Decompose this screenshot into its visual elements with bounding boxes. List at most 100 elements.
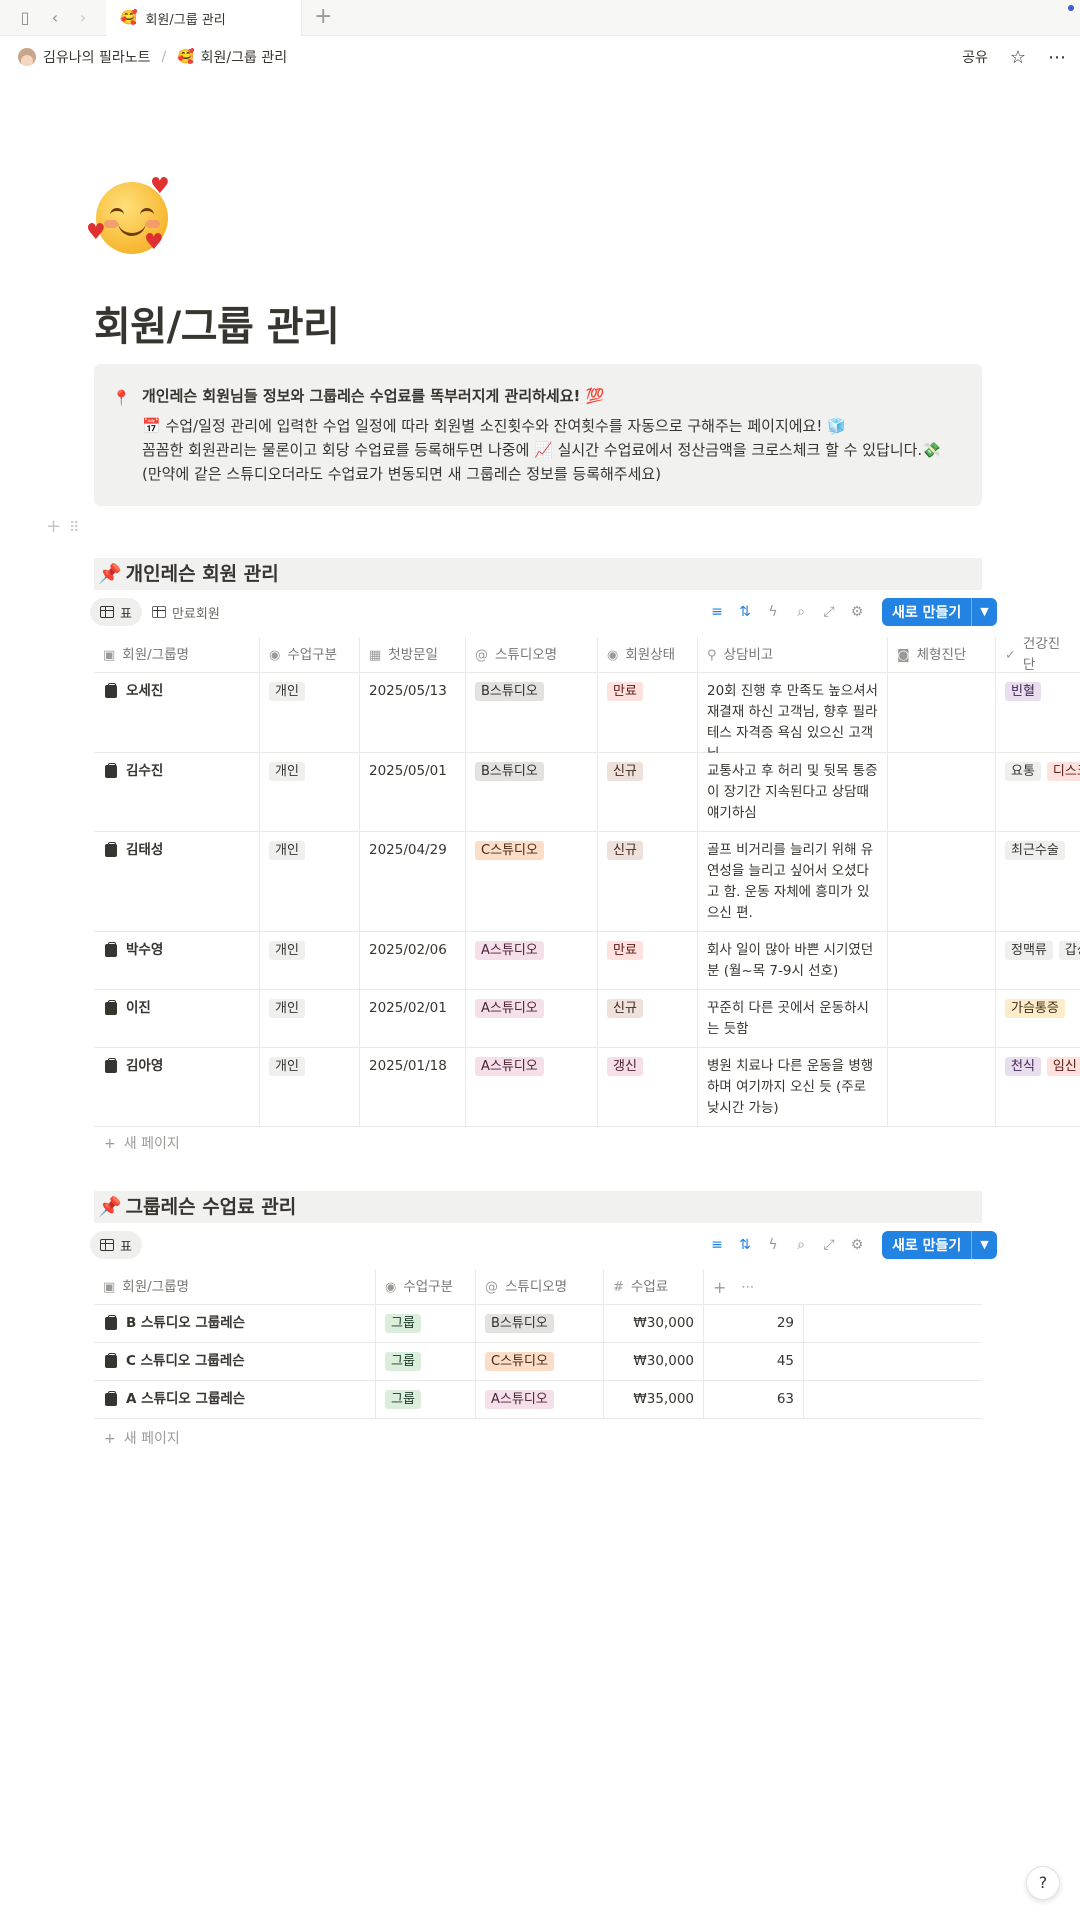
- drag-handle-icon[interactable]: ⠿: [69, 520, 79, 536]
- table-cell[interactable]: 개인: [260, 832, 360, 932]
- new-tab-icon[interactable]: +: [314, 6, 332, 28]
- table-cell[interactable]: ₩30,000: [604, 1305, 704, 1343]
- sort-icon[interactable]: ⇅: [738, 604, 752, 620]
- view-tab-expired[interactable]: 만료회원: [142, 598, 230, 626]
- table-cell[interactable]: A스튜디오: [476, 1381, 604, 1419]
- db1-title[interactable]: 📌 개인레슨 회원 관리: [94, 558, 982, 590]
- table-cell[interactable]: 이진: [94, 990, 260, 1048]
- settings-icon[interactable]: ⚙: [850, 604, 864, 620]
- column-header[interactable]: ◉ 수업구분: [376, 1269, 476, 1305]
- table-row[interactable]: 김태성 개인 2025/04/29 C스튜디오 신규 골프 비거리를 늘리기 위해 유연성…: [94, 832, 1080, 932]
- row-title[interactable]: 이진: [103, 998, 250, 1019]
- column-header[interactable]: ◉ 회원상태: [598, 637, 698, 673]
- table-cell[interactable]: 요통 디스크: [996, 753, 1080, 832]
- row-title[interactable]: 김수진: [103, 761, 250, 782]
- column-header[interactable]: @ 스튜디오명: [476, 1269, 604, 1305]
- table-cell[interactable]: [888, 1048, 996, 1127]
- table-cell[interactable]: [888, 932, 996, 990]
- automation-icon[interactable]: ϟ: [766, 604, 780, 620]
- share-button[interactable]: 공유: [962, 47, 988, 67]
- column-header[interactable]: @ 스튜디오명: [466, 637, 598, 673]
- table-row[interactable]: A 스튜디오 그룹레슨 그룹 A스튜디오 ₩35,000 63: [94, 1381, 982, 1419]
- column-header[interactable]: ⚲ 상담비고: [698, 637, 888, 673]
- table-row[interactable]: 김수진 개인 2025/05/01 B스튜디오 신규 교통사고 후 허리 및 뒷목 통증이…: [94, 753, 1080, 832]
- table-cell[interactable]: 개인: [260, 932, 360, 990]
- table-cell[interactable]: [804, 1381, 982, 1419]
- filter-icon[interactable]: ≡: [710, 1237, 724, 1253]
- block-handle[interactable]: + ⠿: [46, 516, 79, 537]
- star-icon[interactable]: ☆: [1010, 47, 1026, 68]
- table-cell[interactable]: 29: [704, 1305, 804, 1343]
- table-row[interactable]: B 스튜디오 그룹레슨 그룹 B스튜디오 ₩30,000 29: [94, 1305, 982, 1343]
- table-cell[interactable]: 신규: [598, 832, 698, 932]
- table-cell[interactable]: 가슴통증: [996, 990, 1080, 1048]
- db2-title[interactable]: 📌 그룹레슨 수업료 관리: [94, 1191, 982, 1223]
- table-cell[interactable]: 만료: [598, 932, 698, 990]
- table-cell[interactable]: 그룹: [376, 1381, 476, 1419]
- automation-icon[interactable]: ϟ: [766, 1237, 780, 1253]
- table-cell[interactable]: 그룹: [376, 1305, 476, 1343]
- table-cell[interactable]: B스튜디오: [476, 1305, 604, 1343]
- breadcrumb-workspace[interactable]: 김유나의 필라노트: [43, 47, 151, 67]
- table-cell[interactable]: 김수진: [94, 753, 260, 832]
- table-cell[interactable]: 오세진: [94, 673, 260, 753]
- table-cell[interactable]: [804, 1305, 982, 1343]
- table-cell[interactable]: 갱신: [598, 1048, 698, 1127]
- table-cell[interactable]: ₩30,000: [604, 1343, 704, 1381]
- column-header[interactable]: ◉ 수업구분: [260, 637, 360, 673]
- column-header[interactable]: # 수업료: [604, 1269, 704, 1305]
- table-cell[interactable]: 꾸준히 다른 곳에서 운동하시는 듯함: [698, 990, 888, 1048]
- row-title[interactable]: 오세진: [103, 681, 250, 702]
- row-title[interactable]: C 스튜디오 그룹레슨: [103, 1351, 366, 1372]
- add-block-icon[interactable]: +: [46, 516, 61, 537]
- settings-icon[interactable]: ⚙: [850, 1237, 864, 1253]
- table-row[interactable]: 오세진 개인 2025/05/13 B스튜디오 만료 20회 진행 후 만족도 높으셔서 …: [94, 673, 1080, 753]
- more-icon[interactable]: ⋯: [741, 1277, 754, 1298]
- table-cell[interactable]: [888, 673, 996, 753]
- table-cell[interactable]: 빈혈: [996, 673, 1080, 753]
- table-cell[interactable]: 김태성: [94, 832, 260, 932]
- table-cell[interactable]: 2025/05/13: [360, 673, 466, 753]
- column-header[interactable]: ▣ 회원/그룹명: [94, 637, 260, 673]
- forward-icon[interactable]: ›: [72, 8, 94, 28]
- table-cell[interactable]: 만료: [598, 673, 698, 753]
- table-row[interactable]: 이진 개인 2025/02/01 A스튜디오 신규 꾸준히 다른 곳에서 운동하시는 듯함…: [94, 990, 1080, 1048]
- table-cell[interactable]: 2025/02/01: [360, 990, 466, 1048]
- db1-new-page[interactable]: + 새 페이지: [104, 1133, 180, 1153]
- table-cell[interactable]: 2025/05/01: [360, 753, 466, 832]
- table-cell[interactable]: 개인: [260, 673, 360, 753]
- table-cell[interactable]: ₩35,000: [604, 1381, 704, 1419]
- table-cell[interactable]: 2025/01/18: [360, 1048, 466, 1127]
- search-icon[interactable]: ⌕: [794, 1237, 808, 1253]
- column-header[interactable]: ▣ 회원/그룹명: [94, 1269, 376, 1305]
- table-row[interactable]: C 스튜디오 그룹레슨 그룹 C스튜디오 ₩30,000 45: [94, 1343, 982, 1381]
- table-cell[interactable]: 2025/02/06: [360, 932, 466, 990]
- sort-icon[interactable]: ⇅: [738, 1237, 752, 1253]
- expand-icon[interactable]: ⤢: [822, 604, 836, 620]
- view-tab-table[interactable]: 표: [90, 598, 142, 626]
- sidebar-toggle-icon[interactable]: ▯: [14, 8, 36, 28]
- expand-icon[interactable]: ⤢: [822, 1237, 836, 1253]
- column-header[interactable]: ▦ 첫방문일: [360, 637, 466, 673]
- table-cell[interactable]: 그룹: [376, 1343, 476, 1381]
- row-title[interactable]: 박수영: [103, 940, 250, 961]
- table-cell[interactable]: 신규: [598, 753, 698, 832]
- add-column-icon[interactable]: +: [713, 1277, 726, 1298]
- view-tab-table[interactable]: 표: [90, 1231, 142, 1259]
- column-header[interactable]: + ⋯: [704, 1269, 804, 1305]
- row-title[interactable]: A 스튜디오 그룹레슨: [103, 1389, 366, 1410]
- search-icon[interactable]: ⌕: [794, 604, 808, 620]
- breadcrumb-page[interactable]: 회원/그룹 관리: [201, 47, 287, 67]
- table-cell[interactable]: 회사 일이 많아 바쁜 시기였던 분 (월~목 7-9시 선호): [698, 932, 888, 990]
- table-cell[interactable]: 정맥류 갑상선: [996, 932, 1080, 990]
- table-cell[interactable]: C스튜디오: [466, 832, 598, 932]
- table-cell[interactable]: 교통사고 후 허리 및 뒷목 통증이 장기간 지속된다고 상담때 얘기하심: [698, 753, 888, 832]
- help-button[interactable]: ?: [1026, 1866, 1060, 1900]
- table-cell[interactable]: A 스튜디오 그룹레슨: [94, 1381, 376, 1419]
- row-title[interactable]: B 스튜디오 그룹레슨: [103, 1313, 366, 1334]
- table-cell[interactable]: 개인: [260, 753, 360, 832]
- table-cell[interactable]: 김아영: [94, 1048, 260, 1127]
- filter-icon[interactable]: ≡: [710, 604, 724, 620]
- db2-new-page[interactable]: + 새 페이지: [104, 1428, 180, 1448]
- table-cell[interactable]: 개인: [260, 1048, 360, 1127]
